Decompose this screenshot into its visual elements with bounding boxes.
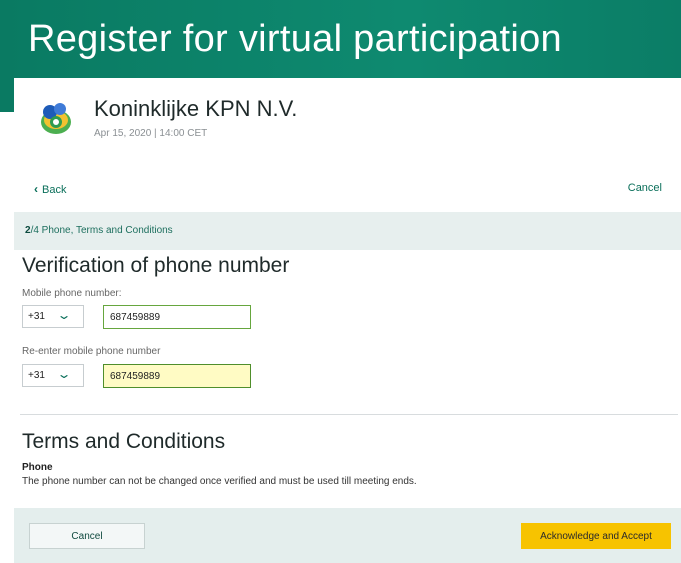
company-name: Koninklijke KPN N.V. bbox=[94, 96, 298, 121]
chevron-down-icon: ⌄ bbox=[56, 367, 72, 381]
mobile-country-code-select[interactable]: +31 ⌄ bbox=[22, 305, 84, 328]
reenter-country-code: +31 bbox=[28, 370, 45, 381]
cancel-button[interactable]: Cancel bbox=[29, 523, 145, 549]
chevron-down-icon: ⌄ bbox=[56, 308, 72, 322]
terms-phone-text: The phone number can not be changed once… bbox=[22, 476, 417, 487]
section-divider bbox=[20, 414, 678, 415]
chevron-left-icon: ‹ bbox=[34, 182, 38, 196]
action-footer: Cancel Acknowledge and Accept bbox=[14, 508, 681, 563]
back-label: Back bbox=[42, 184, 67, 196]
step-indicator: 2/4 Phone, Terms and Conditions bbox=[14, 212, 681, 250]
company-logo bbox=[36, 98, 76, 138]
acknowledge-accept-button[interactable]: Acknowledge and Accept bbox=[521, 523, 671, 549]
reenter-phone-label: Re-enter mobile phone number bbox=[22, 346, 161, 357]
step-text: 2/4 Phone, Terms and Conditions bbox=[25, 225, 173, 236]
terms-phone-heading: Phone bbox=[22, 462, 53, 473]
cancel-link[interactable]: Cancel bbox=[628, 182, 662, 194]
mobile-country-code: +31 bbox=[28, 311, 45, 322]
registration-card: Koninklijke KPN N.V. Apr 15, 2020 | 14:0… bbox=[14, 78, 681, 563]
mobile-phone-label: Mobile phone number: bbox=[22, 288, 122, 299]
reenter-phone-input[interactable] bbox=[103, 364, 251, 388]
back-link[interactable]: ‹ Back bbox=[34, 182, 66, 196]
reenter-country-code-select[interactable]: +31 ⌄ bbox=[22, 364, 84, 387]
terms-title: Terms and Conditions bbox=[22, 430, 226, 453]
mobile-phone-input[interactable] bbox=[103, 305, 251, 329]
step-description: /4 Phone, Terms and Conditions bbox=[30, 225, 173, 236]
page-title: Register for virtual participation bbox=[28, 18, 562, 60]
meeting-date: Apr 15, 2020 | 14:00 CET bbox=[94, 128, 208, 139]
verification-title: Verification of phone number bbox=[22, 254, 290, 277]
